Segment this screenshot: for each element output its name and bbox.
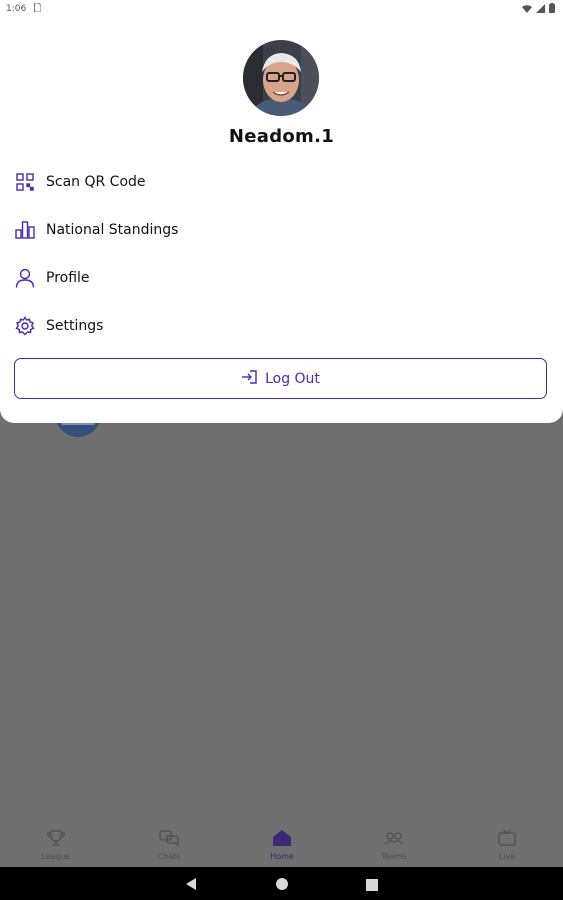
back-icon[interactable] — [185, 876, 197, 895]
bar-chart-icon — [14, 219, 36, 241]
status-time: 1:06 — [6, 4, 27, 14]
menu-item-label: Profile — [46, 270, 90, 286]
signal-icon — [536, 3, 545, 16]
qr-code-icon — [14, 171, 36, 193]
nav-item-home[interactable]: Home — [242, 830, 322, 861]
bottom-nav: League Chats Home Teams Live — [0, 822, 563, 867]
chat-icon — [159, 830, 179, 850]
nav-label: Live — [498, 852, 516, 861]
nav-item-chats[interactable]: Chats — [129, 830, 209, 861]
system-nav-bar — [0, 867, 563, 900]
profile-menu-sheet: Neadom.1 Scan QR Code National Standings… — [0, 18, 563, 423]
nav-item-live[interactable]: Live — [467, 829, 547, 861]
menu-item-settings[interactable]: Settings — [14, 312, 374, 340]
trophy-icon — [47, 830, 65, 850]
battery-icon — [549, 3, 555, 16]
logout-button[interactable]: Log Out — [14, 358, 547, 399]
menu-item-national-standings[interactable]: National Standings — [14, 216, 374, 244]
status-bar: 1:06 — [0, 0, 563, 18]
sim-card-icon — [34, 2, 42, 15]
nav-item-league[interactable]: League — [16, 830, 96, 861]
home-circle-icon[interactable] — [275, 876, 289, 895]
avatar[interactable] — [243, 40, 319, 116]
nav-label: Teams — [381, 852, 407, 861]
menu-item-label: Settings — [46, 318, 104, 334]
person-icon — [14, 267, 36, 289]
nav-label: League — [41, 852, 71, 861]
wifi-icon — [522, 4, 532, 16]
logout-icon — [241, 369, 257, 388]
logout-label: Log Out — [265, 370, 320, 387]
menu-item-profile[interactable]: Profile — [14, 264, 374, 292]
menu-item-scan-qr-code[interactable]: Scan QR Code — [14, 168, 374, 196]
home-icon — [273, 830, 291, 850]
gear-icon — [14, 315, 36, 337]
menu-item-label: National Standings — [46, 222, 179, 238]
tv-icon — [498, 829, 516, 850]
menu-item-label: Scan QR Code — [46, 174, 146, 190]
username: Neadom.1 — [228, 126, 335, 147]
nav-label: Home — [270, 852, 294, 861]
nav-label: Chats — [157, 852, 181, 861]
recents-icon[interactable] — [366, 876, 378, 895]
teams-icon — [384, 830, 404, 850]
nav-item-teams[interactable]: Teams — [354, 830, 434, 861]
